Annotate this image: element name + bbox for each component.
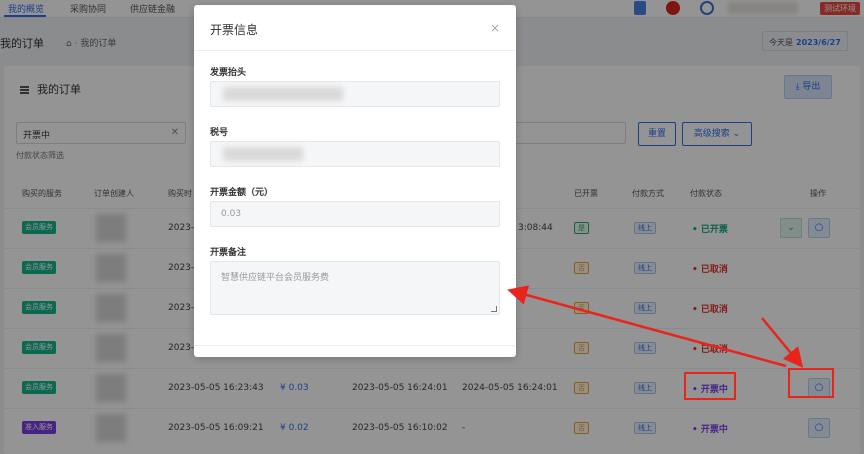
arrow-to-view-button [761,317,804,368]
annotation-arrows [507,285,804,368]
arrow-to-remark [507,285,787,368]
